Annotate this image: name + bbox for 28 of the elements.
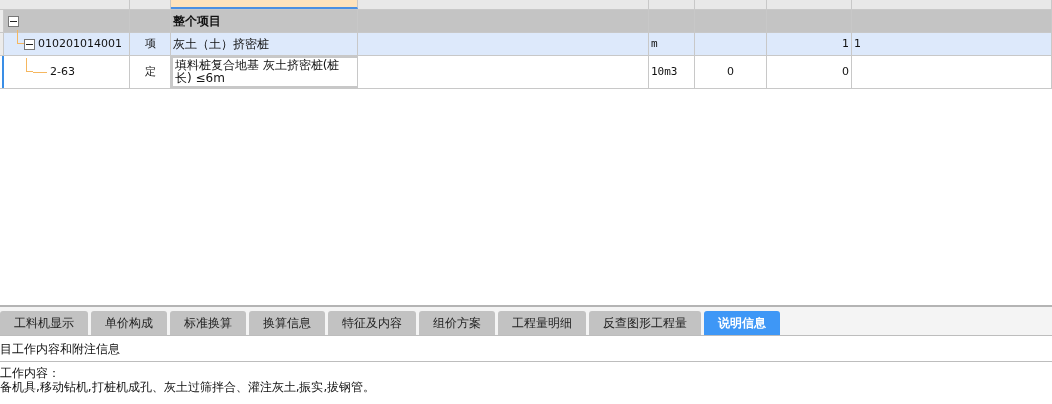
tab[interactable]: 工程量明细 bbox=[498, 311, 586, 335]
content-text: 备机具,移动钻机,打桩机成孔、灰土过筛拌合、灌注灰土,振实,拔钢管。 bbox=[0, 380, 377, 394]
code-text: 010201014001 bbox=[38, 35, 122, 52]
tab[interactable]: 标准换算 bbox=[170, 311, 246, 335]
collapse-toggle[interactable] bbox=[24, 38, 35, 50]
name-cell: 填料桩复合地基 灰土挤密桩(桩长) ≤6m bbox=[171, 56, 358, 88]
panel-title: 目工作内容和附注信息 bbox=[0, 336, 1052, 362]
tree-line bbox=[26, 58, 33, 72]
tab[interactable]: 单价构成 bbox=[91, 311, 167, 335]
table-cell: 定 bbox=[130, 56, 171, 88]
content-heading: 工作内容： bbox=[0, 366, 61, 380]
table-cell: 1 bbox=[852, 33, 1052, 55]
tab[interactable]: 换算信息 bbox=[249, 311, 325, 335]
collapse-toggle[interactable] bbox=[8, 15, 19, 27]
table-cell: 项 bbox=[130, 33, 171, 55]
table-cell: 0 bbox=[695, 56, 767, 88]
tab[interactable]: 工料机显示 bbox=[0, 311, 88, 335]
table-cell: 1 bbox=[767, 33, 852, 55]
column-header[interactable] bbox=[171, 0, 358, 9]
table-cell: m bbox=[649, 33, 695, 55]
table-cell: 0 bbox=[767, 56, 852, 88]
tab[interactable]: 组价方案 bbox=[419, 311, 495, 335]
code-text: 2-63 bbox=[50, 63, 75, 80]
tab[interactable]: 特征及内容 bbox=[328, 311, 416, 335]
table-cell: 10m3 bbox=[649, 56, 695, 88]
name-cell: 灰土（土）挤密桩 bbox=[171, 33, 358, 55]
tab[interactable]: 反查图形工程量 bbox=[589, 311, 701, 335]
name-cell: 整个项目 bbox=[171, 10, 358, 32]
